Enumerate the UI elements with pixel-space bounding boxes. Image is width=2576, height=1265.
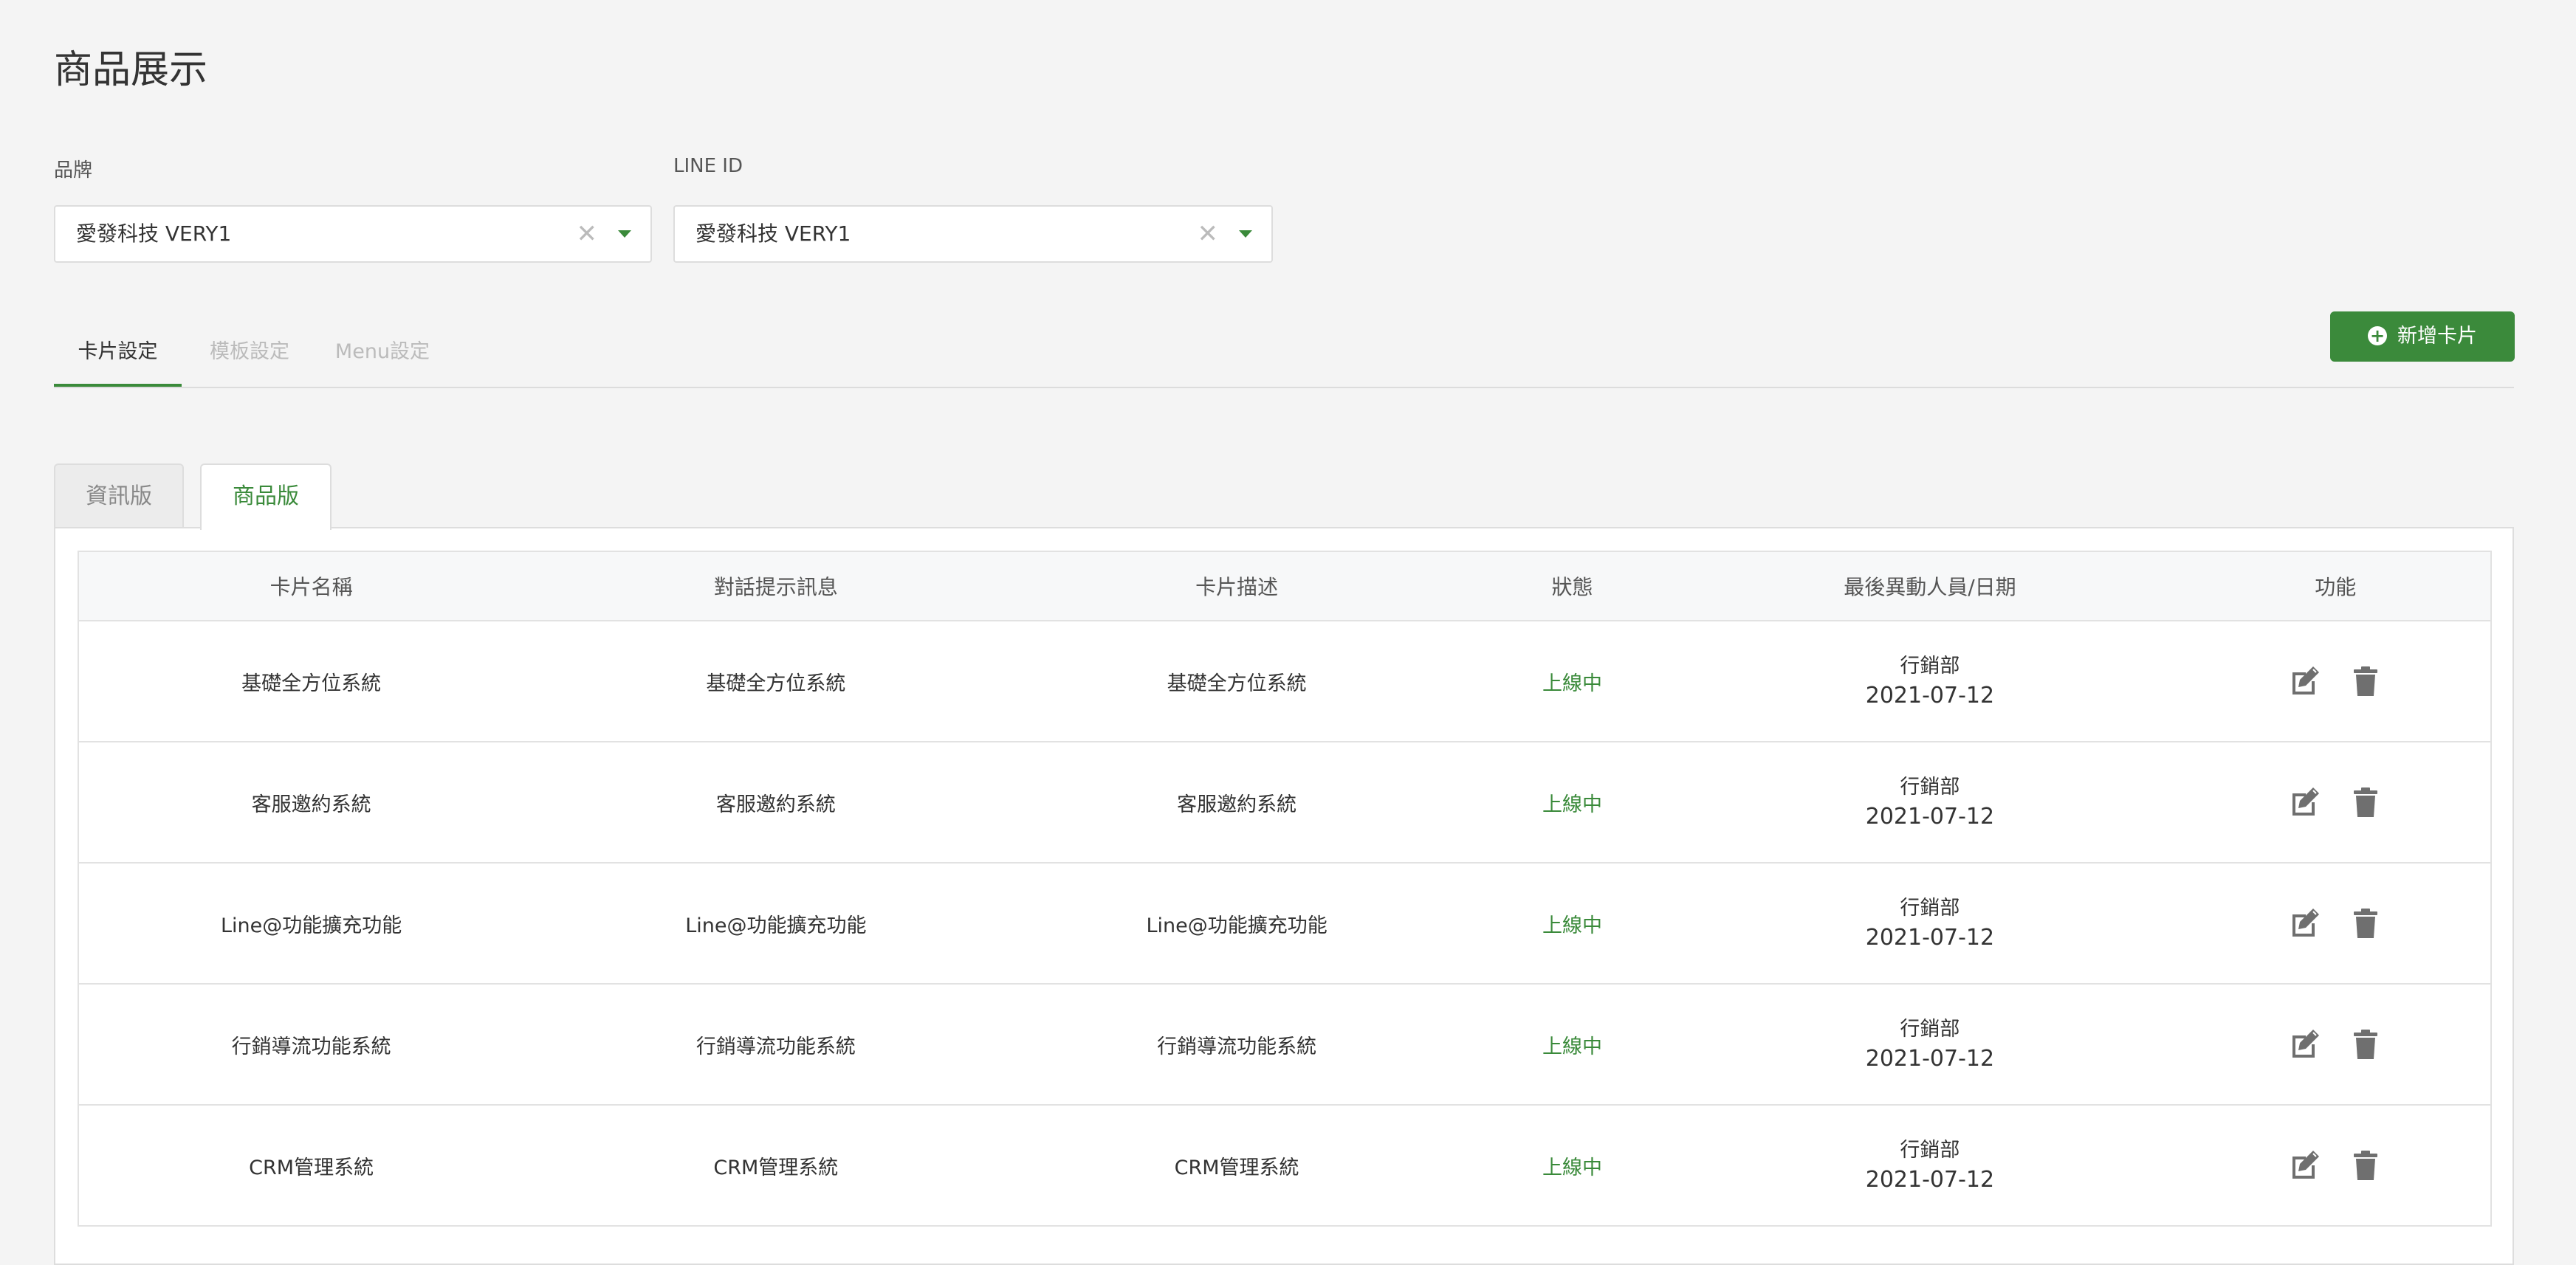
brand-select-value: 愛發科技 VERY1	[76, 221, 232, 246]
modified-date: 2021-07-12	[1865, 925, 1995, 951]
tab-product-card[interactable]: 商品版	[200, 463, 332, 530]
editor-name: 行銷部	[1900, 655, 1960, 678]
cell-card-name: Line@功能擴充功能	[220, 914, 402, 937]
cell-card-description: 行銷導流功能系統	[1157, 1035, 1317, 1058]
cell-actions	[2181, 785, 2490, 820]
table-row: 基礎全方位系統 基礎全方位系統 基礎全方位系統 上線中 行銷部 2021-07-…	[79, 621, 2490, 742]
cell-prompt-message: Line@功能擴充功能	[685, 914, 867, 937]
trash-icon[interactable]	[2348, 1027, 2383, 1062]
tab-menu-settings[interactable]: Menu設定	[327, 325, 438, 387]
editor-name: 行銷部	[1900, 1139, 1960, 1162]
table-row: 行銷導流功能系統 行銷導流功能系統 行銷導流功能系統 上線中 行銷部 2021-…	[79, 985, 2490, 1106]
cell-last-modified: 行銷部 2021-07-12	[1679, 1015, 2180, 1074]
table-row: Line@功能擴充功能 Line@功能擴充功能 Line@功能擴充功能 上線中 …	[79, 864, 2490, 985]
cell-status: 上線中	[1542, 1156, 1603, 1179]
modified-date: 2021-07-12	[1865, 804, 1995, 830]
modified-date: 2021-07-12	[1865, 683, 1995, 709]
trash-icon[interactable]	[2348, 906, 2383, 941]
cell-actions	[2181, 1148, 2490, 1183]
trash-icon[interactable]	[2348, 1148, 2383, 1183]
tab-template-settings[interactable]: 模板設定	[198, 325, 301, 387]
cell-card-name: CRM管理系統	[249, 1156, 374, 1179]
editor-name: 行銷部	[1900, 897, 1960, 920]
cell-last-modified: 行銷部 2021-07-12	[1679, 894, 2180, 953]
header-actions: 功能	[2315, 575, 2357, 599]
plus-circle-icon: +	[2368, 325, 2387, 345]
cell-last-modified: 行銷部 2021-07-12	[1679, 1136, 2180, 1195]
editor-name: 行銷部	[1900, 1018, 1960, 1041]
cell-card-name: 基礎全方位系統	[241, 672, 382, 695]
table-row: CRM管理系統 CRM管理系統 CRM管理系統 上線中 行銷部 2021-07-…	[79, 1106, 2490, 1227]
header-prompt-message: 對話提示訊息	[713, 575, 838, 599]
cell-prompt-message: 客服邀約系統	[715, 793, 836, 816]
brand-chevron-down-icon[interactable]	[618, 230, 631, 238]
cell-status: 上線中	[1542, 672, 1603, 695]
cell-status: 上線中	[1542, 914, 1603, 937]
cell-prompt-message: 基礎全方位系統	[706, 672, 846, 695]
cell-card-description: 客服邀約系統	[1177, 793, 1297, 816]
brand-select[interactable]: 愛發科技 VERY1 ✕	[54, 205, 652, 263]
cell-card-description: CRM管理系統	[1174, 1156, 1299, 1179]
edit-icon[interactable]	[2288, 906, 2323, 941]
cell-prompt-message: CRM管理系統	[713, 1156, 839, 1179]
header-card-name: 卡片名稱	[269, 575, 353, 599]
cell-card-name: 客服邀約系統	[251, 793, 371, 816]
modified-date: 2021-07-12	[1865, 1046, 1995, 1072]
tab-info-card[interactable]: 資訊版	[54, 463, 184, 527]
trash-icon[interactable]	[2348, 785, 2383, 820]
edit-icon[interactable]	[2288, 663, 2323, 699]
cell-status: 上線中	[1542, 793, 1603, 816]
add-card-button[interactable]: + 新增卡片	[2330, 311, 2515, 362]
cell-card-description: 基礎全方位系統	[1167, 672, 1307, 695]
cards-table: 卡片名稱 對話提示訊息 卡片描述 狀態 最後異動人員/日期 功能 基礎全方位系統…	[78, 551, 2492, 1227]
table-row: 客服邀約系統 客服邀約系統 客服邀約系統 上線中 行銷部 2021-07-12	[79, 742, 2490, 864]
page-title: 商品展示	[54, 48, 208, 92]
edit-icon[interactable]	[2288, 1027, 2323, 1062]
card-panel: 卡片名稱 對話提示訊息 卡片描述 狀態 最後異動人員/日期 功能 基礎全方位系統…	[54, 527, 2514, 1265]
settings-tabs: 卡片設定 模板設定 Menu設定	[54, 325, 2514, 388]
cell-prompt-message: 行銷導流功能系統	[695, 1035, 856, 1058]
add-card-label: 新增卡片	[2397, 325, 2477, 348]
line-id-label: LINE ID	[673, 155, 743, 177]
brand-label: 品牌	[54, 159, 93, 182]
cell-actions	[2181, 906, 2490, 941]
header-status: 狀態	[1551, 575, 1593, 599]
table-body: 基礎全方位系統 基礎全方位系統 基礎全方位系統 上線中 行銷部 2021-07-…	[79, 621, 2490, 1227]
line-id-select[interactable]: 愛發科技 VERY1 ✕	[673, 205, 1273, 263]
modified-date: 2021-07-12	[1865, 1167, 1995, 1193]
line-id-clear-icon[interactable]: ✕	[1198, 207, 1219, 261]
brand-clear-icon[interactable]: ✕	[577, 207, 598, 261]
header-last-modified: 最後異動人員/日期	[1844, 575, 2016, 599]
cell-last-modified: 行銷部 2021-07-12	[1679, 652, 2180, 711]
line-id-select-value: 愛發科技 VERY1	[695, 221, 851, 246]
cell-actions	[2181, 1027, 2490, 1062]
edit-icon[interactable]	[2288, 785, 2323, 820]
tab-card-settings[interactable]: 卡片設定	[54, 325, 182, 387]
cell-status: 上線中	[1542, 1035, 1603, 1058]
cell-card-name: 行銷導流功能系統	[231, 1035, 391, 1058]
trash-icon[interactable]	[2348, 663, 2383, 699]
cell-card-description: Line@功能擴充功能	[1146, 914, 1328, 937]
editor-name: 行銷部	[1900, 776, 1960, 799]
cell-actions	[2181, 663, 2490, 699]
header-card-description: 卡片描述	[1195, 575, 1279, 599]
table-header: 卡片名稱 對話提示訊息 卡片描述 狀態 最後異動人員/日期 功能	[79, 552, 2490, 621]
edit-icon[interactable]	[2288, 1148, 2323, 1183]
line-id-chevron-down-icon[interactable]	[1239, 230, 1252, 238]
cell-last-modified: 行銷部 2021-07-12	[1679, 773, 2180, 832]
